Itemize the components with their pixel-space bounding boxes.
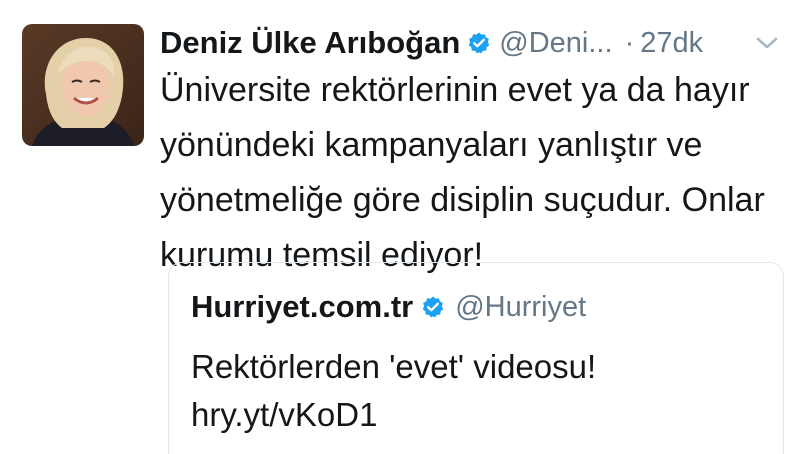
verified-badge-icon (421, 295, 445, 319)
timestamp[interactable]: 27dk (640, 27, 703, 60)
quoted-user-handle: @Hurriyet (455, 290, 587, 323)
user-handle[interactable]: @Deni... (499, 27, 612, 60)
verified-badge-icon (467, 31, 491, 55)
avatar[interactable] (22, 24, 144, 146)
avatar-photo (22, 24, 144, 146)
quoted-tweet[interactable]: Hurriyet.com.tr @Hurriyet Rektörlerden '… (168, 262, 784, 454)
separator-dot: · (624, 26, 635, 59)
quoted-tweet-text: Rektörlerden 'evet' videosu! hry.yt/vKoD… (191, 343, 771, 439)
tweet-card[interactable]: Deniz Ülke Arıboğan @Deni... · 27dk Üniv… (0, 0, 800, 454)
display-name[interactable]: Deniz Ülke Arıboğan (160, 25, 460, 61)
chevron-down-icon[interactable] (754, 32, 780, 54)
quoted-tweet-header: Hurriyet.com.tr @Hurriyet (191, 289, 586, 325)
quoted-text-link[interactable]: hry.yt/vKoD1 (191, 396, 377, 433)
tweet-header: Deniz Ülke Arıboğan @Deni... · 27dk (160, 22, 790, 64)
quoted-text-line-1: Rektörlerden 'evet' videosu! (191, 348, 597, 385)
tweet-text: Üniversite rektörlerinin evet ya da hayı… (160, 71, 765, 274)
quoted-display-name: Hurriyet.com.tr (191, 289, 414, 324)
